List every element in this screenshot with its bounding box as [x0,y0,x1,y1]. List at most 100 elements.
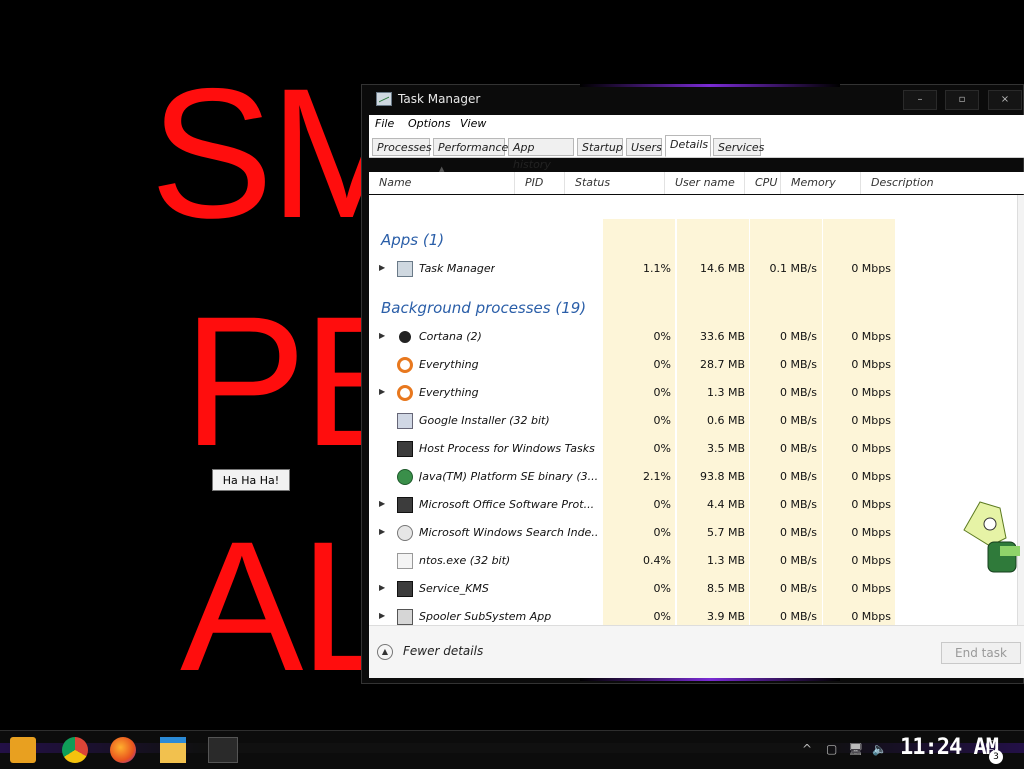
tab-performance[interactable]: Performance [433,138,508,156]
column-cpu[interactable]: CPU [745,172,781,194]
process-network: 0 Mbps [851,414,891,427]
tab-processes[interactable]: Processes [372,138,432,156]
tab-app-history[interactable]: App history [508,138,574,171]
list-item[interactable]: Host Process for Windows Tasks 0% 3.5 MB 0 … [369,435,1017,463]
process-network: 0 Mbps [851,386,891,399]
list-item[interactable]: ntos.exe (32 bit) 0.4% 1.3 MB 0 MB/s 0 Mbps [369,547,1017,575]
process-memory: 4.4 MB [706,498,745,511]
process-name: Task Manager [419,262,496,275]
process-network: 0 Mbps [851,582,891,595]
list-item[interactable]: ▶ Everything 0% 1.3 MB 0 MB/s 0 Mbps [369,379,1017,407]
list-item[interactable]: ▶ Microsoft Windows Search Inde... 0% 5.7 M… [369,519,1017,547]
start-icon[interactable] [10,737,36,763]
process-disk: 0 MB/s [780,582,817,595]
list-item[interactable]: Google Installer (32 bit) 0% 0.6 MB 0 MB/s 0… [369,407,1017,435]
list-item[interactable]: Java(TM) Platform SE binary (3... 2.1% 93.… [369,463,1017,491]
process-cpu: 0% [653,330,671,343]
column-name-label: Name [379,176,412,189]
process-name: Service_KMS [419,582,489,595]
title-bar[interactable]: Task Manager – ▫ × [362,85,1023,115]
column-headers: ▲ Name PID Status User name CPU Memory (p… [369,165,1024,211]
list-item[interactable]: ▶ Cortana (2) 0% 33.6 MB 0 MB/s 0 Mbps [369,323,1017,351]
column-pid[interactable]: PID [515,172,565,194]
magnifier-icon [397,357,413,373]
window-glow-top [580,84,840,87]
firefox-icon[interactable] [110,737,136,763]
expand-icon[interactable]: ▶ [379,331,385,340]
column-status[interactable]: Status [565,172,665,194]
process-cpu: 0.4% [643,554,671,567]
volume-muted-icon[interactable]: 🔈 [872,742,887,756]
column-memory[interactable]: Memory (pr... [781,172,861,211]
process-cpu: 0% [653,386,671,399]
printer-icon [397,609,413,625]
network-icon[interactable]: 🖥 [848,742,863,756]
file-explorer-icon[interactable] [160,737,186,763]
chevron-up-icon[interactable]: ▲ [377,644,393,660]
process-name: Microsoft Windows Search Inde... [419,526,599,539]
list-item[interactable]: ▶ Task Manager 1.1% 14.6 MB 0.1 MB/s 0 M… [369,255,1017,283]
fewer-details-link[interactable]: Fewer details [403,644,483,658]
list-item[interactable]: ▶ Microsoft Office Software Prot... 0% 4.4 … [369,491,1017,519]
end-task-button[interactable]: End task [941,642,1021,664]
java-icon [397,469,413,485]
taskbar: ^ ▢ 🖥 🔈 11:24 AM 🗨 3 [0,730,1024,769]
expand-icon[interactable]: ▶ [379,263,385,272]
process-network: 0 Mbps [851,526,891,539]
process-name: ntos.exe (32 bit) [419,554,511,567]
sort-up-icon: ▲ [439,165,445,173]
process-disk: 0.1 MB/s [769,262,817,275]
process-network: 0 Mbps [851,442,891,455]
process-network: 0 Mbps [851,610,891,623]
column-description[interactable]: Description [861,172,1024,194]
list-item[interactable]: Everything 0% 28.7 MB 0 MB/s 0 Mbps [369,351,1017,379]
section-background-processes: Background processes (19) [381,299,587,317]
process-disk: 0 MB/s [780,414,817,427]
app-window-icon [397,581,413,597]
expand-icon[interactable]: ▶ [379,499,385,508]
list-item[interactable]: ▶ Service_KMS 0% 8.5 MB 0 MB/s 0 Mbps [369,575,1017,603]
process-memory: 28.7 MB [699,358,745,371]
process-memory: 0.6 MB [706,414,745,427]
task-manager-icon [397,261,413,277]
expand-icon[interactable]: ▶ [379,527,385,536]
peridot-character-image [963,501,1020,573]
cortana-icon [397,329,413,345]
process-network: 0 Mbps [851,330,891,343]
process-cpu: 1.1% [643,262,671,275]
expand-icon[interactable]: ▶ [379,387,385,396]
menu-options[interactable]: Options [408,117,450,130]
process-list: Apps (1) ▶ Task Manager 1.1% 14.6 MB 0.1… [369,195,1017,625]
haha-button[interactable]: Ha Ha Ha! [212,469,290,491]
minimize-button[interactable]: – [903,90,937,110]
process-network: 0 Mbps [851,470,891,483]
process-disk: 0 MB/s [780,610,817,623]
close-button[interactable]: × [988,90,1022,110]
task-manager-icon [376,92,392,106]
tab-services[interactable]: Services [713,138,764,156]
column-name[interactable]: ▲ Name [369,165,515,194]
process-name: Host Process for Windows Tasks [419,442,595,455]
process-disk: 0 MB/s [780,358,817,371]
tab-startup[interactable]: Startup [577,138,623,156]
menu-view[interactable]: View [460,117,486,130]
list-item[interactable]: ▶ Spooler SubSystem App 0% 3.9 MB 0 MB/s 0 Mb… [369,603,1017,625]
tablet-icon[interactable]: ▢ [826,742,837,756]
process-name: Everything [419,386,479,399]
window-glow-bottom [580,678,840,681]
menu-file[interactable]: File [375,117,394,130]
process-name: Everything [419,358,479,371]
chevron-up-icon[interactable]: ^ [802,742,812,756]
process-memory: 1.3 MB [706,386,745,399]
task-manager-taskbar-icon[interactable] [208,737,238,763]
column-user-name[interactable]: User name [665,172,745,194]
chrome-icon[interactable] [62,737,88,763]
expand-icon[interactable]: ▶ [379,611,385,620]
tab-details[interactable]: Details [665,135,711,157]
expand-icon[interactable]: ▶ [379,583,385,592]
process-memory: 1.3 MB [706,554,745,567]
process-cpu: 0% [653,442,671,455]
maximize-button[interactable]: ▫ [945,90,979,110]
tab-users[interactable]: Users [626,138,662,156]
notification-badge: 3 [989,750,1003,764]
